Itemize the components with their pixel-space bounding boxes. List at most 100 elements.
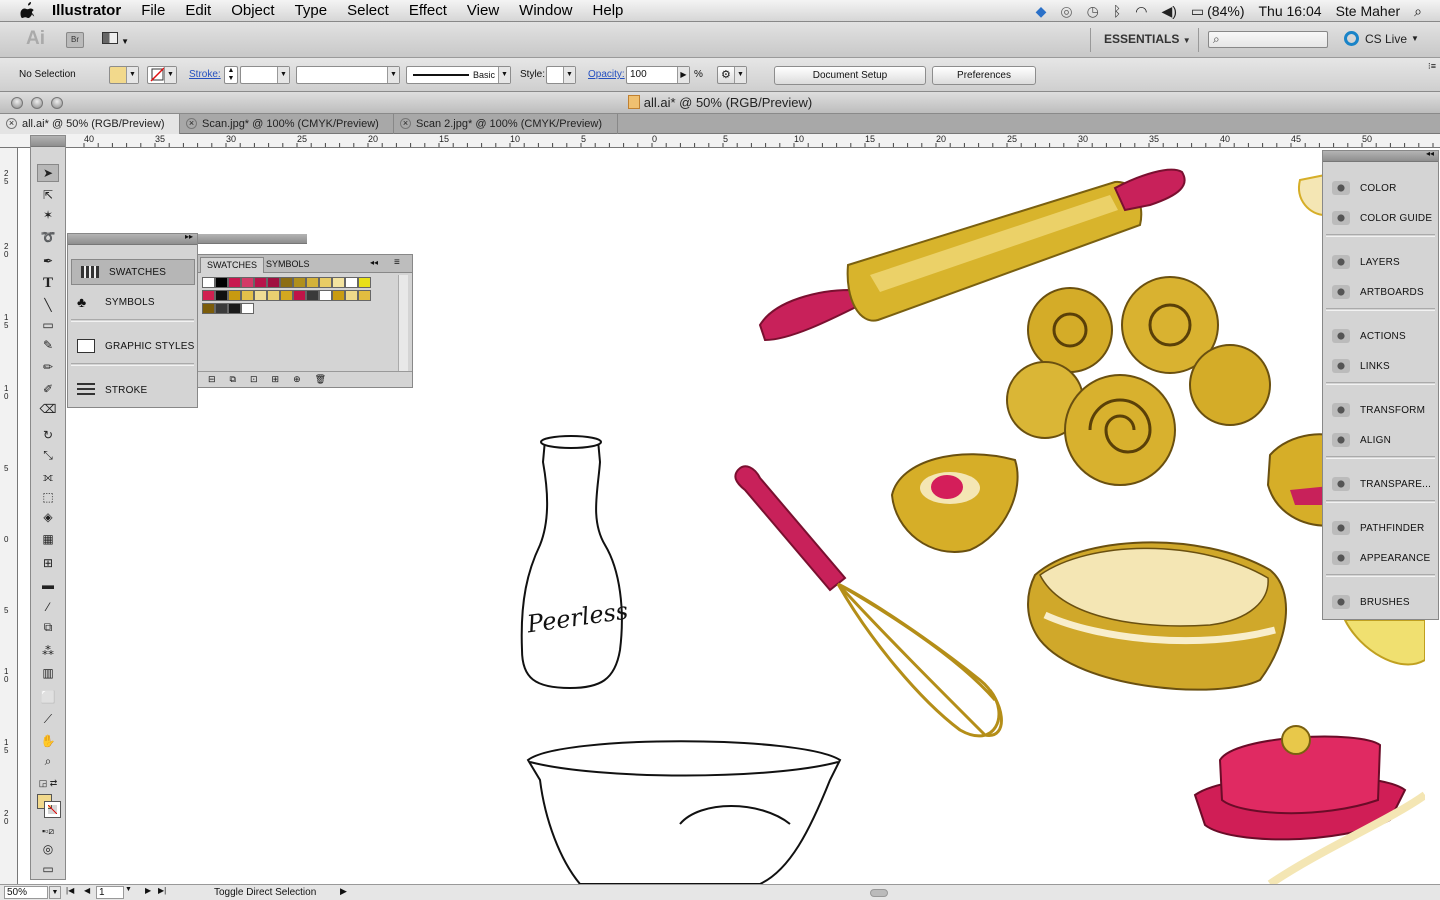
swatch-chip[interactable]	[202, 290, 215, 301]
swatch-chip[interactable]	[358, 290, 371, 301]
artboard-number-field[interactable]: 1	[96, 886, 124, 899]
dock-item-align[interactable]: ALIGN	[1323, 427, 1438, 453]
fill-color-swatch[interactable]: ▼	[109, 66, 139, 84]
stroke-label[interactable]: Stroke:	[189, 69, 221, 80]
close-window-button[interactable]	[11, 97, 23, 109]
swatch-chip[interactable]	[228, 303, 241, 314]
zoom-window-button[interactable]	[51, 97, 63, 109]
collapse-icon[interactable]: ◂◂	[370, 258, 378, 267]
horizontal-scrollbar-thumb[interactable]	[870, 889, 888, 897]
menu-effect[interactable]: Effect	[399, 2, 457, 19]
swatch-options-icon[interactable]: ⊡	[250, 372, 258, 387]
free-transform-tool-icon[interactable]: ⬚	[37, 488, 59, 506]
dock-item-transpare[interactable]: TRANSPARE...	[1323, 471, 1438, 497]
dock-item-symbols[interactable]: ♣ SYMBOLS	[68, 289, 197, 315]
swatch-chip[interactable]	[306, 277, 319, 288]
magic-wand-tool-icon[interactable]: ✶	[37, 206, 59, 224]
direct-selection-tool-icon[interactable]: ⇱	[37, 186, 59, 204]
mixing-bowl-illustration[interactable]	[526, 740, 842, 884]
rolling-pin-illustration[interactable]	[758, 168, 1186, 342]
dock-item-transform[interactable]: TRANSFORM	[1323, 397, 1438, 423]
swatch-chip[interactable]	[215, 303, 228, 314]
dock-header[interactable]: ◂◂	[1323, 149, 1438, 162]
column-graph-tool-icon[interactable]: ▥	[37, 664, 59, 682]
dock-item-layers[interactable]: LAYERS	[1323, 249, 1438, 275]
swatch-chip[interactable]	[202, 277, 215, 288]
opacity-input[interactable]: 100 ▶	[626, 66, 690, 84]
jam-tart-illustration[interactable]	[890, 453, 1019, 553]
dock-item-swatches[interactable]: SWATCHES	[71, 259, 195, 285]
swatch-chip[interactable]	[241, 290, 254, 301]
app-menu[interactable]: Illustrator	[42, 2, 131, 19]
swatch-chip[interactable]	[332, 277, 345, 288]
blend-tool-icon[interactable]: ⧉	[37, 618, 59, 636]
show-swatch-kinds-icon[interactable]: ⧉	[230, 372, 236, 387]
menu-view[interactable]: View	[457, 2, 509, 19]
spotlight-icon[interactable]: ⌕	[1414, 3, 1422, 20]
milk-bottle-illustration[interactable]: Peerless	[520, 435, 630, 690]
swatch-chip[interactable]	[293, 290, 306, 301]
next-artboard-button[interactable]: ▶	[145, 886, 151, 895]
tab-symbols[interactable]: SYMBOLS	[262, 259, 314, 269]
search-field[interactable]: ⌕	[1208, 31, 1328, 48]
menu-file[interactable]: File	[131, 2, 175, 19]
brush-definition[interactable]: Basic ▼	[406, 66, 511, 84]
menu-edit[interactable]: Edit	[175, 2, 221, 19]
bluetooth-icon[interactable]: ᛒ	[1113, 3, 1121, 19]
dock-item-artboards[interactable]: ARTBOARDS	[1323, 279, 1438, 305]
swatch-chip[interactable]	[228, 290, 241, 301]
previous-artboard-button[interactable]: ◀	[84, 886, 90, 895]
minimize-window-button[interactable]	[31, 97, 43, 109]
dock-item-color-guide[interactable]: COLOR GUIDE	[1323, 205, 1438, 231]
cinnamon-buns-illustration[interactable]	[1006, 276, 1271, 486]
tab-all-ai[interactable]: × all.ai* @ 50% (RGB/Preview)	[0, 114, 180, 134]
new-swatch-icon[interactable]: ⊕	[293, 372, 301, 387]
swatch-chip[interactable]	[202, 303, 215, 314]
zoom-level-field[interactable]: 50%	[4, 886, 48, 899]
close-icon[interactable]: ×	[400, 118, 411, 129]
creative-cloud-icon[interactable]: ◎	[1060, 3, 1072, 20]
last-artboard-button[interactable]: ▶|	[158, 886, 166, 895]
swatch-chip[interactable]	[345, 290, 358, 301]
dock-item-graphic-styles[interactable]: GRAPHIC STYLES	[68, 333, 197, 359]
close-icon[interactable]: ×	[6, 118, 17, 129]
status-tool-hint[interactable]: Toggle Direct Selection	[214, 887, 316, 898]
swatch-chip[interactable]	[293, 277, 306, 288]
battery-icon[interactable]: ▭	[1191, 3, 1204, 20]
bridge-button[interactable]: Br	[66, 32, 84, 48]
wifi-icon[interactable]: ◠	[1135, 3, 1147, 20]
menu-help[interactable]: Help	[583, 2, 634, 19]
slice-tool-icon[interactable]: ⟋	[37, 710, 59, 728]
symbol-sprayer-tool-icon[interactable]: ⁂	[37, 642, 59, 660]
mesh-tool-icon[interactable]: ⊞	[37, 554, 59, 572]
vertical-ruler[interactable]: 2 5 2 0 1 5 1 0 5 0 5 1 0 1 5 2 0	[0, 148, 18, 888]
cake-illustration[interactable]	[1027, 541, 1287, 691]
panel-menu-icon[interactable]: ≡	[394, 257, 400, 268]
menu-select[interactable]: Select	[337, 2, 399, 19]
swatch-chip[interactable]	[215, 277, 228, 288]
swatch-chip[interactable]	[280, 277, 293, 288]
swatch-chip[interactable]	[267, 277, 280, 288]
new-color-group-icon[interactable]: ⊞	[272, 372, 280, 387]
document-setup-button[interactable]: Document Setup	[774, 66, 926, 85]
swatch-chip[interactable]	[319, 290, 332, 301]
time-machine-icon[interactable]: ◷	[1087, 3, 1099, 20]
tools-panel-header[interactable]	[31, 136, 65, 147]
tab-swatches[interactable]: SWATCHES	[200, 257, 265, 273]
eraser-tool-icon[interactable]: ⌫	[37, 400, 59, 418]
swatch-chip[interactable]	[319, 277, 332, 288]
artboard-tool-icon[interactable]: ⬜	[37, 688, 59, 706]
dock-item-actions[interactable]: ACTIONS	[1323, 323, 1438, 349]
dock-item-pathfinder[interactable]: PATHFINDER	[1323, 515, 1438, 541]
stroke-color-swatch[interactable]: ▼	[147, 66, 177, 84]
dock-header[interactable]: ▸▸	[68, 232, 197, 245]
status-menu-arrow[interactable]: ▶	[340, 886, 347, 897]
color-mode-icons[interactable]: ▪▫⧄	[37, 822, 59, 840]
cs-live-button[interactable]: CS Live ▼	[1344, 31, 1419, 46]
swatch-chip[interactable]	[228, 277, 241, 288]
hand-tool-icon[interactable]: ✋	[37, 732, 59, 750]
dock-item-color[interactable]: COLOR	[1323, 175, 1438, 201]
swatch-chip[interactable]	[332, 290, 345, 301]
blob-brush-tool-icon[interactable]: ✐	[37, 380, 59, 398]
opacity-label[interactable]: Opacity:	[588, 69, 625, 80]
